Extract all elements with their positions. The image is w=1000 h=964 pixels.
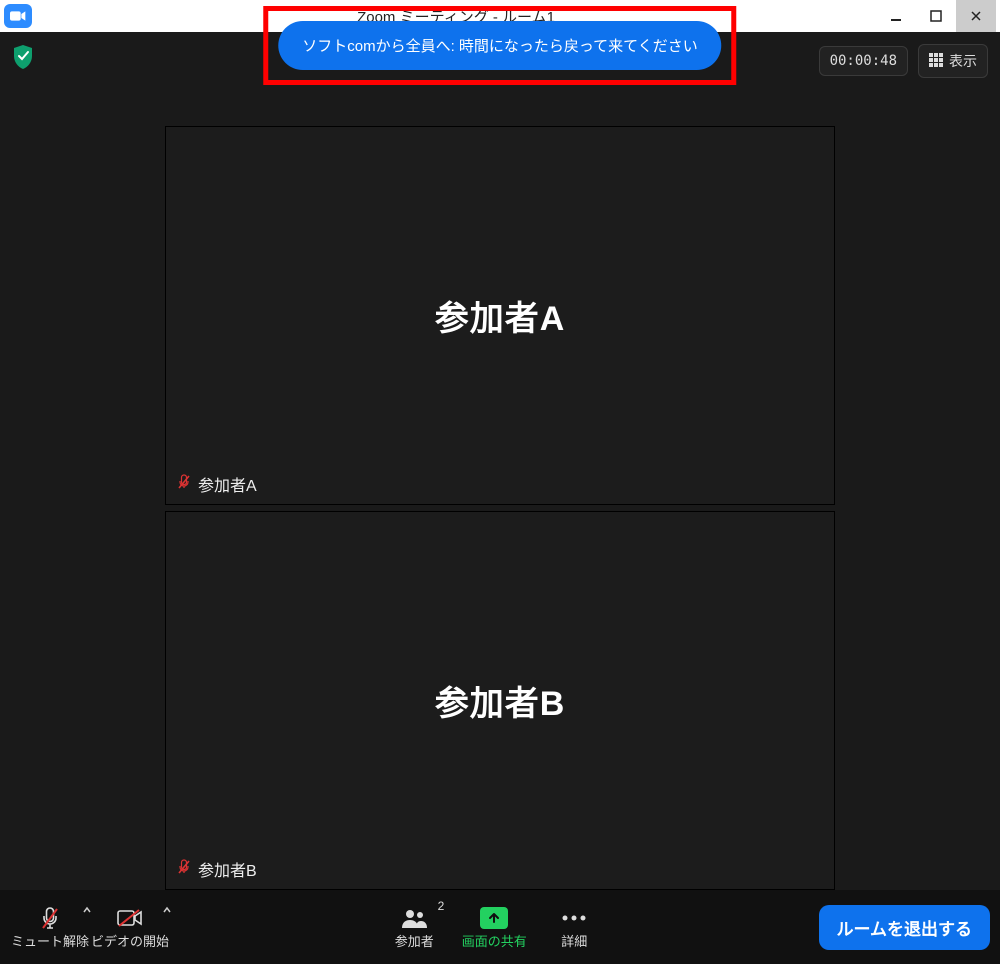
video-off-icon xyxy=(117,905,143,931)
tile-footer: 参加者B xyxy=(176,857,257,881)
mic-muted-icon xyxy=(176,859,192,880)
share-screen-label: 画面の共有 xyxy=(462,931,527,950)
microphone-muted-icon xyxy=(39,905,61,931)
mic-muted-icon xyxy=(176,474,192,495)
more-label: 詳細 xyxy=(561,931,587,950)
zoom-logo-icon xyxy=(4,4,32,28)
minimize-button[interactable] xyxy=(876,0,916,32)
participants-count-badge: 2 xyxy=(438,899,445,913)
maximize-button[interactable] xyxy=(916,0,956,32)
tile-footer: 参加者A xyxy=(176,472,257,496)
participant-big-label: 参加者A xyxy=(435,291,566,340)
share-screen-button[interactable]: 画面の共有 xyxy=(454,897,534,957)
grid-icon xyxy=(929,53,943,70)
share-screen-icon xyxy=(480,905,508,931)
window-controls xyxy=(876,0,996,32)
participant-name-label: 参加者B xyxy=(198,857,257,881)
participant-name-label: 参加者A xyxy=(198,472,257,496)
video-options-chevron-icon[interactable] xyxy=(162,903,172,918)
annotation-highlight-box: ソフトcomから全員へ: 時間になったら戻って来てください xyxy=(263,6,736,85)
unmute-button[interactable]: ミュート解除 xyxy=(10,897,90,957)
view-button-label: 表示 xyxy=(949,51,977,71)
start-video-button[interactable]: ビデオの開始 xyxy=(90,897,170,957)
participants-button[interactable]: 参加者 2 xyxy=(374,897,454,957)
more-button[interactable]: 詳細 xyxy=(534,897,614,957)
participant-tile[interactable]: 参加者A 参加者A xyxy=(165,126,835,505)
unmute-label: ミュート解除 xyxy=(11,931,89,950)
participant-big-label: 参加者B xyxy=(435,676,566,725)
recording-timer: 00:00:48 xyxy=(819,46,908,76)
participants-icon xyxy=(400,905,428,931)
close-button[interactable] xyxy=(956,0,996,32)
participant-tile[interactable]: 参加者B 参加者B xyxy=(165,511,835,890)
video-grid: 参加者A 参加者A 参加者B 参加者B xyxy=(0,88,1000,890)
more-ellipsis-icon xyxy=(561,905,587,931)
participants-label: 参加者 xyxy=(395,931,434,950)
start-video-label: ビデオの開始 xyxy=(91,931,169,950)
meeting-toolbar: ミュート解除 ビデオの開始 参加者 2 画面の共有 詳細 ルームを退出する xyxy=(0,890,1000,964)
leave-room-button[interactable]: ルームを退出する xyxy=(819,905,991,950)
view-button[interactable]: 表示 xyxy=(918,44,988,78)
encryption-shield-icon[interactable] xyxy=(12,44,34,75)
host-broadcast-message: ソフトcomから全員へ: 時間になったら戻って来てください xyxy=(278,21,721,70)
